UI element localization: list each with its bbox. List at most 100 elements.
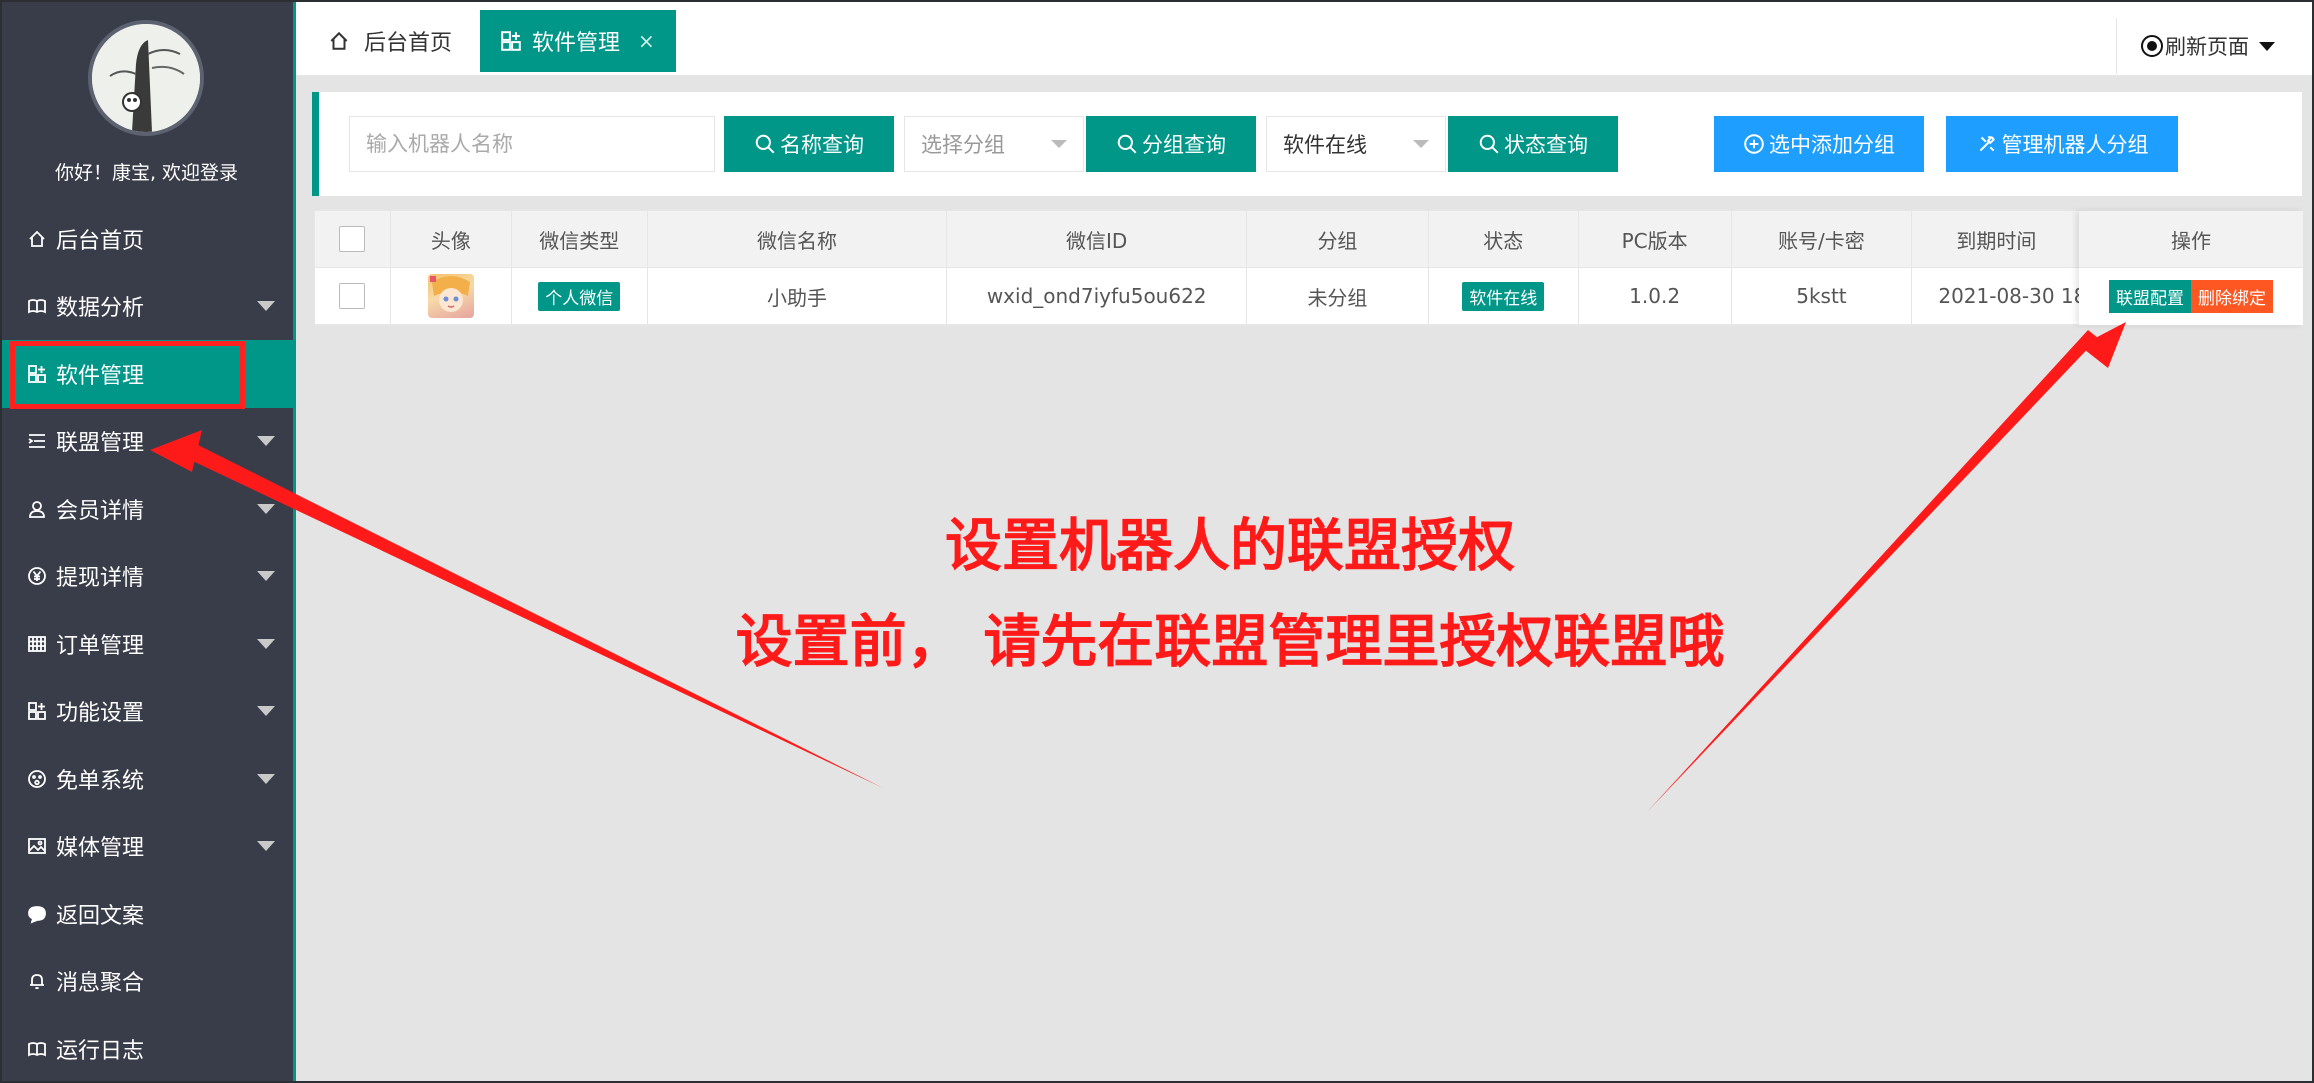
chevron-down-icon — [257, 841, 275, 852]
sidebar-item-settings[interactable]: 功能设置 — [0, 678, 293, 746]
sidebar-item-label: 返回文案 — [56, 903, 145, 929]
status-select-value: 软件在线 — [1283, 133, 1367, 157]
close-icon[interactable]: × — [638, 29, 655, 53]
search-icon — [1479, 134, 1499, 154]
group-search-button[interactable]: 分组查询 — [1086, 116, 1256, 172]
sidebar-item-data-analysis[interactable]: 数据分析 — [0, 273, 293, 341]
sidebar-item-reply-text[interactable]: 返回文案 — [0, 880, 293, 948]
chevron-down-icon — [257, 706, 275, 717]
status-badge: 软件在线 — [1462, 281, 1545, 311]
welcome-text: 你好！康宝, 欢迎登录 — [54, 162, 239, 184]
row-name-cell: 小助手 — [648, 268, 948, 324]
wechat-type-badge: 个人微信 — [538, 281, 621, 311]
bell-icon — [26, 970, 48, 992]
chevron-down-icon — [257, 571, 275, 582]
robot-name-input-wrap — [349, 116, 715, 172]
sidebar-item-home[interactable]: 后台首页 — [0, 205, 293, 273]
sidebar: 你好！康宝, 欢迎登录 后台首页 数据分析 软件管理 联盟管理 会员详情 提现详… — [0, 0, 296, 1083]
select-all-checkbox[interactable] — [339, 226, 366, 252]
chat-icon — [26, 903, 48, 925]
target-icon — [2141, 35, 2163, 57]
tab-software-management[interactable]: 软件管理 × — [480, 10, 676, 72]
sidebar-item-withdraw[interactable]: 提现详情 — [0, 543, 293, 611]
name-search-label: 名称查询 — [780, 133, 864, 157]
refresh-label: 刷新页面 — [2165, 35, 2249, 59]
tab-software-label: 软件管理 — [532, 31, 621, 56]
operations-column: 操作 联盟配置 删除绑定 — [2079, 211, 2303, 325]
row-group-cell: 未分组 — [1247, 268, 1429, 324]
name-search-button[interactable]: 名称查询 — [724, 116, 894, 172]
refresh-page-button[interactable]: 刷新页面 — [2116, 18, 2314, 74]
add-to-group-button[interactable]: 选中添加分组 — [1714, 116, 1924, 172]
sidebar-item-label: 联盟管理 — [56, 431, 145, 457]
sidebar-item-label: 消息聚合 — [56, 971, 145, 997]
sidebar-item-alliance[interactable]: 联盟管理 — [0, 408, 293, 476]
add-circle-icon — [1744, 134, 1764, 154]
book-icon — [26, 295, 48, 317]
group-select-value: 选择分组 — [921, 133, 1005, 157]
image-icon — [26, 835, 48, 857]
face-icon — [26, 768, 48, 790]
chevron-down-icon — [257, 638, 275, 649]
sidebar-item-label: 后台首页 — [56, 228, 145, 254]
chevron-down-icon — [1413, 140, 1429, 148]
col-status: 状态 — [1429, 211, 1579, 267]
group-select[interactable]: 选择分组 — [904, 116, 1084, 172]
caret-down-icon — [2259, 41, 2275, 51]
col-wechat-id: 微信ID — [947, 211, 1248, 267]
select-all-cell — [315, 211, 391, 267]
annotation-title: 设置机器人的联盟授权 — [945, 513, 1515, 579]
chevron-down-icon — [257, 773, 275, 784]
sidebar-item-label: 数据分析 — [56, 296, 145, 322]
row-checkbox[interactable] — [339, 283, 366, 309]
manage-groups-button[interactable]: 管理机器人分组 — [1946, 116, 2178, 172]
add-to-group-label: 选中添加分组 — [1769, 133, 1895, 157]
sidebar-item-label: 订单管理 — [56, 633, 145, 659]
search-icon — [1117, 134, 1137, 154]
status-search-label: 状态查询 — [1504, 133, 1588, 157]
chevron-down-icon — [257, 436, 275, 447]
robot-avatar — [427, 274, 474, 318]
sidebar-item-orders[interactable]: 订单管理 — [0, 610, 293, 678]
search-panel: 名称查询 选择分组 分组查询 软件在线 状态查询 选中添加分组 管理机器人分组 — [312, 92, 2302, 196]
tab-home-label: 后台首页 — [364, 31, 453, 56]
robot-name-input[interactable] — [366, 132, 714, 156]
delete-binding-button[interactable]: 删除绑定 — [2191, 280, 2273, 313]
row-status-cell: 软件在线 — [1429, 268, 1579, 324]
sidebar-item-media[interactable]: 媒体管理 — [0, 813, 293, 881]
apps-icon — [501, 31, 521, 51]
robot-table: 头像 微信类型 微信名称 微信ID 分组 状态 PC版本 账号/卡密 到期时间 … — [314, 210, 2304, 326]
row-select-cell — [315, 268, 391, 324]
user-avatar[interactable] — [88, 20, 204, 136]
status-search-button[interactable]: 状态查询 — [1448, 116, 1618, 172]
sidebar-item-members[interactable]: 会员详情 — [0, 475, 293, 543]
status-select[interactable]: 软件在线 — [1266, 116, 1446, 172]
alliance-config-button[interactable]: 联盟配置 — [2109, 280, 2191, 313]
row-operations-cell: 联盟配置 删除绑定 — [2079, 268, 2303, 325]
col-wechat-name: 微信名称 — [648, 211, 948, 267]
annotation-subtitle: 设置前， 请先在联盟管理里授权联盟哦 — [735, 609, 1725, 675]
tab-home[interactable]: 后台首页 — [328, 10, 452, 72]
row-account-cell: 5kstt — [1732, 268, 1913, 324]
sidebar-item-logs[interactable]: 运行日志 — [0, 1015, 293, 1083]
chevron-down-icon — [257, 301, 275, 312]
row-version-cell: 1.0.2 — [1579, 268, 1732, 324]
chevron-down-icon — [257, 503, 275, 514]
sidebar-menu: 后台首页 数据分析 软件管理 联盟管理 会员详情 提现详情 订单管理 功能设置 … — [0, 205, 293, 1083]
sidebar-item-label: 媒体管理 — [56, 836, 145, 862]
col-pc-version: PC版本 — [1579, 211, 1732, 267]
chevron-down-icon — [1051, 140, 1067, 148]
row-wxid-cell: wxid_ond7iyfu5ou622 — [947, 268, 1248, 324]
search-icon — [755, 134, 775, 154]
col-group: 分组 — [1247, 211, 1429, 267]
sidebar-item-label: 提现详情 — [56, 566, 145, 592]
row-avatar-cell — [391, 268, 512, 324]
sidebar-item-label: 免单系统 — [56, 768, 145, 794]
annotation-highlight-box — [10, 341, 245, 409]
col-wechat-type: 微信类型 — [512, 211, 648, 267]
table-header-row: 头像 微信类型 微信名称 微信ID 分组 状态 PC版本 账号/卡密 到期时间 — [315, 211, 2303, 268]
sidebar-item-free-order[interactable]: 免单系统 — [0, 745, 293, 813]
col-avatar: 头像 — [391, 211, 512, 267]
sidebar-item-messages[interactable]: 消息聚合 — [0, 948, 293, 1016]
grid-icon — [26, 633, 48, 655]
